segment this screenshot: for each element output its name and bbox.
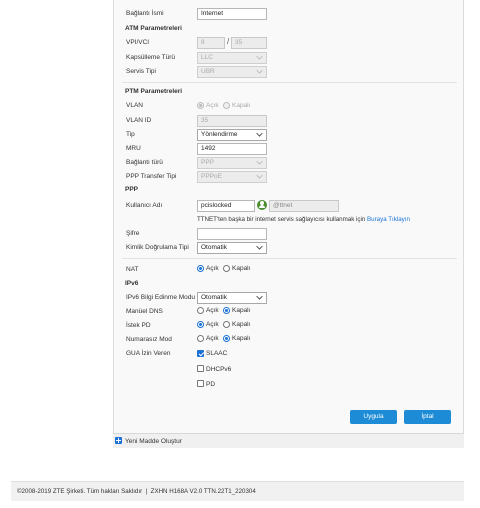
password-label: Şifre	[126, 230, 140, 237]
page-footer: ©2008-2019 ZTE Şirketi. Tüm hakları Sakl…	[11, 481, 464, 501]
vci-input[interactable]: 35	[231, 37, 267, 49]
manual-dns-off-radio[interactable]	[223, 307, 230, 314]
dhcpv6-label: DHCPv6	[206, 366, 232, 373]
pd-label: PD	[206, 381, 216, 388]
password-input[interactable]	[197, 228, 267, 240]
connection-type-label: Bağlantı türü	[126, 159, 163, 166]
auth-type-value: Otomatik	[201, 244, 228, 251]
ipv6-info-mode-value: Otomatik	[201, 294, 228, 301]
username-input[interactable]: pcislocked	[197, 200, 255, 212]
new-item-bar[interactable]: Yeni Madde Oluştur	[113, 433, 464, 448]
unnumbered-label: Numarasız Mod	[126, 336, 172, 343]
auth-type-label: Kimlik Doğrulama Tipi	[126, 244, 189, 251]
encapsulation-label: Kapsülleme Türü	[126, 54, 176, 61]
nat-off-label: Kapalı	[232, 265, 251, 272]
ipv6-info-mode-label: IPv6 Bilgi Edinme Modu	[126, 294, 196, 301]
service-type-label: Servis Tipi	[126, 68, 156, 75]
isp-note-text: TTNET'ten başka bir internet servis sağl…	[197, 216, 366, 223]
ppp-section-title: PPP	[125, 186, 139, 193]
gua-label: GUA İzin Veren	[126, 350, 171, 357]
ppp-transfer-select[interactable]: PPPoE	[197, 171, 267, 183]
vlan-id-input[interactable]: 35	[197, 115, 267, 127]
vlan-id-label: VLAN ID	[126, 117, 152, 124]
new-item-label: Yeni Madde Oluştur	[125, 438, 182, 445]
auth-type-select[interactable]: Otomatik	[197, 242, 267, 254]
service-type-value: UBR	[201, 68, 215, 75]
manual-dns-label: Manüel DNS	[126, 308, 163, 315]
type-value: Yönlendirme	[201, 131, 238, 138]
nat-label: NAT	[126, 266, 139, 273]
connection-name-input[interactable]: Internet	[197, 8, 267, 20]
connection-name-label: Bağlantı İsmi	[126, 10, 164, 17]
chevron-down-icon	[256, 172, 263, 179]
type-label: Tip	[126, 131, 135, 138]
chevron-down-icon	[256, 293, 263, 300]
manual-dns-on-label: Açık	[206, 307, 219, 314]
username-label: Kullanıcı Adı	[126, 202, 163, 209]
chevron-down-icon	[256, 130, 263, 137]
request-pd-on-label: Açık	[206, 321, 219, 328]
manual-dns-off-label: Kapalı	[232, 307, 251, 314]
ptm-section-title: PTM Parametreleri	[125, 88, 183, 95]
unnumbered-off-radio[interactable]	[223, 335, 230, 342]
encapsulation-select[interactable]: LLC	[197, 52, 267, 64]
vlan-off-radio[interactable]	[223, 102, 230, 109]
request-pd-on-radio[interactable]	[197, 321, 204, 328]
unnumbered-off-label: Kapalı	[232, 335, 251, 342]
footer-version: ZXHN H168A V2.0 TTN.22T1_220304	[150, 488, 256, 495]
mru-input[interactable]: 1492	[197, 143, 267, 155]
chevron-down-icon	[256, 67, 263, 74]
nat-on-label: Açık	[206, 265, 219, 272]
nat-on-radio[interactable]	[197, 265, 204, 272]
plus-icon	[115, 437, 122, 444]
isp-note: TTNET'ten başka bir internet servis sağl…	[197, 216, 410, 223]
vlan-off-label: Kapalı	[232, 102, 251, 109]
request-pd-off-label: Kapalı	[232, 321, 251, 328]
unnumbered-on-radio[interactable]	[197, 335, 204, 342]
chevron-down-icon	[256, 243, 263, 250]
connection-type-value: PPP	[201, 159, 215, 166]
nat-off-radio[interactable]	[223, 265, 230, 272]
request-pd-off-radio[interactable]	[223, 321, 230, 328]
slaac-label: SLAAC	[206, 350, 228, 357]
wan-connection-form: Bağlantı İsmi Internet ATM Parametreleri…	[113, 0, 464, 448]
dhcpv6-checkbox[interactable]	[197, 365, 204, 372]
encapsulation-value: LLC	[201, 54, 213, 61]
manual-dns-on-radio[interactable]	[197, 307, 204, 314]
unnumbered-on-label: Açık	[206, 335, 219, 342]
chevron-down-icon	[256, 158, 263, 165]
ipv6-section-title: IPv6	[125, 280, 139, 287]
vlan-label: VLAN	[126, 102, 143, 109]
ppp-transfer-label: PPP Transfer Tipi	[126, 173, 177, 180]
ipv6-info-mode-select[interactable]: Otomatik	[197, 292, 267, 304]
divider	[122, 82, 457, 83]
atm-section-title: ATM Parametreleri	[125, 25, 182, 32]
footer-copyright: ©2008-2019 ZTE Şirketi. Tüm hakları Sakl…	[17, 488, 143, 495]
divider	[122, 258, 457, 259]
cancel-button[interactable]: İptal	[404, 410, 451, 424]
pd-checkbox[interactable]	[197, 380, 204, 387]
isp-note-link[interactable]: Buraya Tıklayın	[367, 216, 410, 223]
footer-separator: |	[145, 488, 148, 495]
vpi-vci-label: VPI/VCI	[126, 39, 150, 46]
username-suffix: @ttnet	[269, 200, 339, 212]
request-pd-label: İstek PD	[126, 322, 151, 329]
mru-label: MRU	[126, 145, 141, 152]
connection-type-select[interactable]: PPP	[197, 157, 267, 169]
vpi-input[interactable]: 8	[197, 37, 225, 49]
user-icon	[257, 200, 267, 210]
type-select[interactable]: Yönlendirme	[197, 129, 267, 141]
service-type-select[interactable]: UBR	[197, 66, 267, 78]
vlan-on-label: Açık	[206, 102, 219, 109]
chevron-down-icon	[256, 53, 263, 60]
apply-button[interactable]: Uygula	[350, 410, 397, 424]
vpi-vci-separator: /	[227, 37, 230, 46]
ppp-transfer-value: PPPoE	[201, 173, 222, 180]
slaac-checkbox[interactable]	[197, 350, 204, 357]
vlan-on-radio[interactable]	[197, 102, 204, 109]
